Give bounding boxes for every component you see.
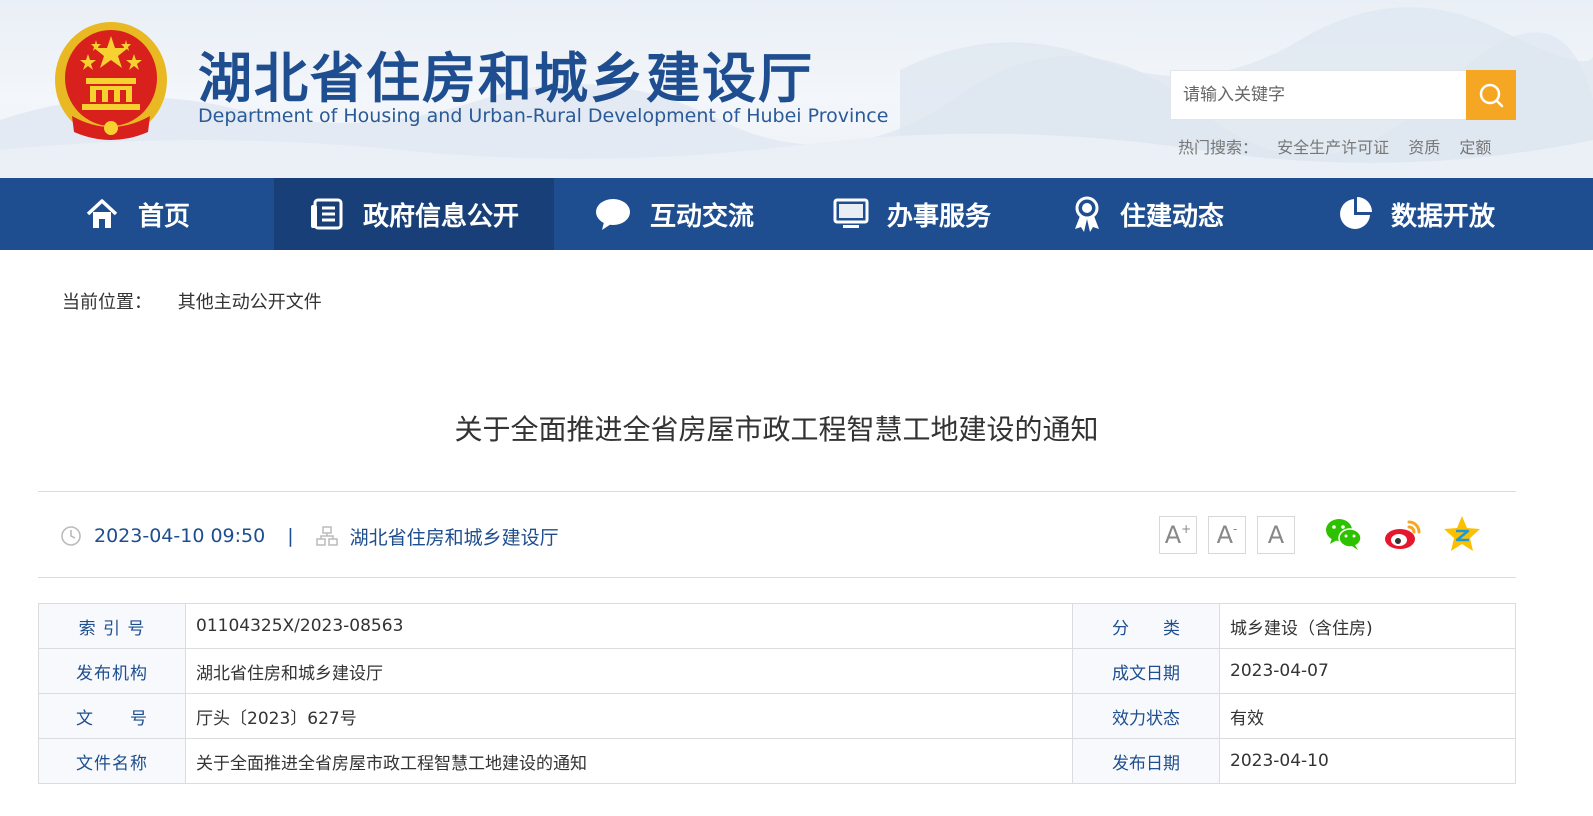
info-value: 关于全面推进全省房屋市政工程智慧工地建设的通知 <box>185 738 1073 784</box>
table-row: 文 号 厅头〔2023〕627号 效力状态 有效 <box>38 693 1516 739</box>
nav-item-label: 首页 <box>137 201 190 232</box>
info-value: 湖北省住房和城乡建设厅 <box>185 648 1073 694</box>
hot-search-item[interactable]: 安全生产许可证 <box>1277 138 1389 157</box>
table-row: 索 引 号 01104325X/2023-08563 分 类 城乡建设（含住房) <box>38 603 1516 649</box>
nav-item-open-data[interactable]: 数据开放 <box>1266 178 1566 250</box>
info-key: 文件名称 <box>38 738 186 784</box>
pie-chart-icon <box>1340 197 1372 229</box>
document-list-icon <box>310 198 343 230</box>
nav-item-label: 互动交流 <box>649 201 754 232</box>
qzone-share-icon[interactable] <box>1442 514 1482 554</box>
nav-item-interaction[interactable]: 互动交流 <box>554 178 794 250</box>
article-title: 关于全面推进全省房屋市政工程智慧工地建设的通知 <box>454 413 1099 446</box>
breadcrumb-current[interactable]: 其他主动公开文件 <box>178 292 322 313</box>
publish-datetime: 2023-04-10 09:50 <box>94 525 266 547</box>
breadcrumb-label: 当前位置： <box>62 292 152 313</box>
national-emblem-icon <box>55 22 167 140</box>
info-key: 发布机构 <box>38 648 186 694</box>
info-value: 2023-04-07 <box>1219 648 1516 694</box>
nav-item-news[interactable]: 住建动态 <box>1030 178 1266 250</box>
info-key: 文 号 <box>38 693 186 739</box>
nav-item-home[interactable]: 首页 <box>0 178 274 250</box>
hot-search-label: 热门搜索： <box>1178 138 1259 157</box>
search-input[interactable] <box>1171 71 1465 119</box>
font-larger-mark: + <box>1181 522 1192 536</box>
breadcrumb: 当前位置： 其他主动公开文件 <box>62 288 322 314</box>
monitor-icon <box>833 198 869 228</box>
font-smaller-button[interactable]: A- <box>1208 516 1246 554</box>
info-key: 成文日期 <box>1072 648 1220 694</box>
divider <box>38 491 1516 492</box>
info-value: 01104325X/2023-08563 <box>185 603 1073 649</box>
font-larger-button[interactable]: A + <box>1159 516 1197 554</box>
nav-item-label: 办事服务 <box>886 201 991 232</box>
hot-search: 热门搜索： 安全生产许可证 资质 定额 <box>1178 134 1505 158</box>
info-key: 发布日期 <box>1072 738 1220 784</box>
info-key: 分 类 <box>1072 603 1220 649</box>
meta-separator: | <box>287 525 294 547</box>
search-button[interactable] <box>1466 70 1516 120</box>
main-nav: 首页 政府信息公开 互动交流 办事服务 住建动态 数据开放 <box>0 178 1593 250</box>
font-smaller-label: A <box>1216 521 1234 549</box>
article-meta: 2023-04-10 09:50 | 湖北省住房和城乡建设厅 <box>60 520 559 552</box>
wechat-share-icon[interactable] <box>1324 514 1364 554</box>
font-smaller-mark: - <box>1233 522 1238 536</box>
info-value: 城乡建设（含住房) <box>1219 603 1516 649</box>
site-header: 湖北省住房和城乡建设厅 Department of Housing and Ur… <box>0 0 1593 178</box>
site-subtitle: Department of Housing and Urban-Rural De… <box>198 105 889 127</box>
info-key: 索 引 号 <box>38 603 186 649</box>
font-default-label: A <box>1267 521 1285 549</box>
weibo-share-icon[interactable] <box>1383 514 1423 554</box>
nav-item-label: 政府信息公开 <box>362 201 519 232</box>
info-value: 2023-04-10 <box>1219 738 1516 784</box>
divider <box>38 577 1516 578</box>
search-icon <box>1479 83 1504 108</box>
table-row: 发布机构 湖北省住房和城乡建设厅 成文日期 2023-04-07 <box>38 648 1516 694</box>
font-larger-label: A <box>1164 521 1182 549</box>
nav-item-label: 住建动态 <box>1119 201 1224 232</box>
chat-bubble-icon <box>595 199 630 230</box>
home-icon <box>86 199 118 228</box>
info-value: 厅头〔2023〕627号 <box>185 693 1073 739</box>
search-box <box>1170 70 1516 120</box>
font-default-button[interactable]: A <box>1257 516 1295 554</box>
info-value: 有效 <box>1219 693 1516 739</box>
nav-item-gov-info[interactable]: 政府信息公开 <box>274 178 554 250</box>
award-ribbon-icon <box>1074 196 1099 232</box>
hot-search-item[interactable]: 定额 <box>1459 138 1491 157</box>
site-title: 湖北省住房和城乡建设厅 <box>198 46 814 110</box>
document-info-table: 索 引 号 01104325X/2023-08563 分 类 城乡建设（含住房)… <box>38 603 1516 784</box>
table-row: 文件名称 关于全面推进全省房屋市政工程智慧工地建设的通知 发布日期 2023-0… <box>38 738 1516 784</box>
hot-search-item[interactable]: 资质 <box>1408 138 1440 157</box>
nav-item-label: 数据开放 <box>1390 201 1495 232</box>
nav-item-services[interactable]: 办事服务 <box>794 178 1030 250</box>
clock-icon <box>61 526 81 546</box>
publish-source: 湖北省住房和城乡建设厅 <box>349 526 559 549</box>
info-key: 效力状态 <box>1072 693 1220 739</box>
org-structure-icon <box>315 526 338 546</box>
